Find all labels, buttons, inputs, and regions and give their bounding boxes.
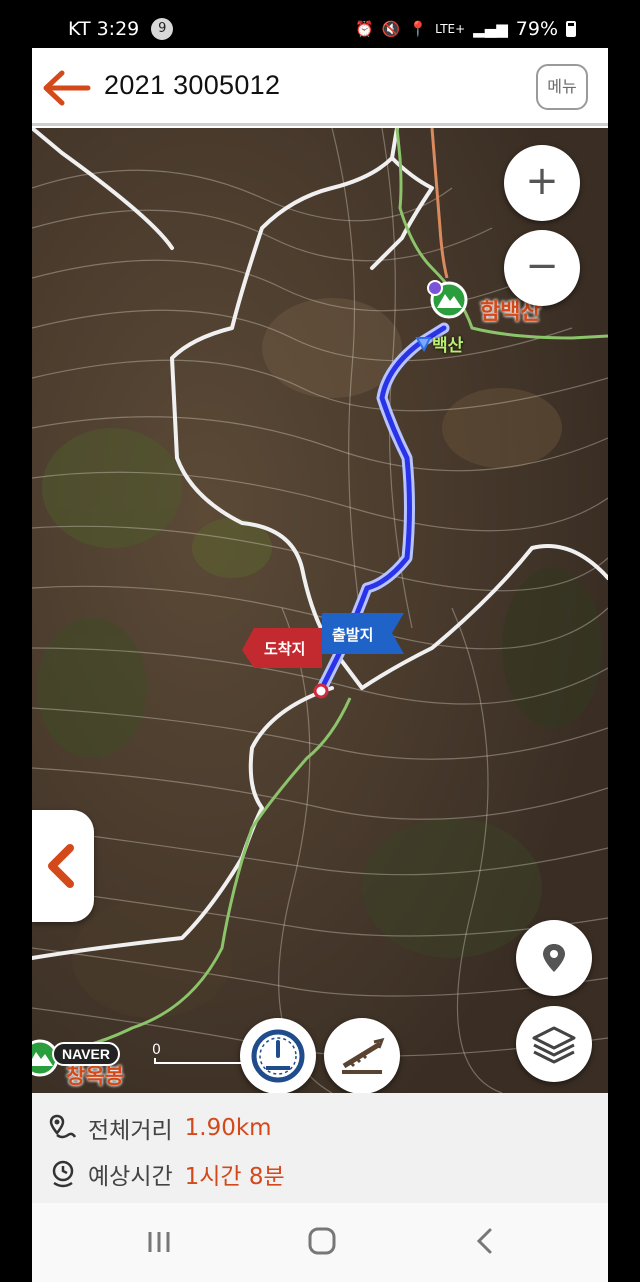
naver-logo: NAVER bbox=[52, 1042, 120, 1066]
recent-apps-icon bbox=[148, 1232, 170, 1252]
time-row: 예상시간 1시간 8분 bbox=[48, 1157, 285, 1191]
menu-button[interactable]: 메뉴 bbox=[536, 64, 588, 110]
start-flag-label: 출발지 bbox=[332, 626, 374, 644]
location-icon: 📍 bbox=[408, 20, 428, 38]
start-end-pin bbox=[313, 683, 329, 699]
back-arrow-icon bbox=[43, 70, 91, 106]
side-panel-toggle[interactable] bbox=[32, 810, 94, 922]
signal-icon: ▂▄▆ bbox=[473, 20, 508, 38]
system-nav-bar bbox=[32, 1203, 608, 1282]
location-pin-icon bbox=[543, 944, 565, 972]
distance-row: 전체거리 1.90km bbox=[48, 1111, 272, 1145]
recent-apps-button[interactable] bbox=[144, 1227, 174, 1265]
zoom-in-button[interactable]: + bbox=[504, 145, 580, 221]
map-layers-button[interactable] bbox=[516, 1006, 592, 1082]
elevation-icon bbox=[342, 1037, 385, 1074]
chevron-left-icon bbox=[48, 844, 74, 888]
route-summary: 전체거리 1.90km 예상시간 1시간 8분 bbox=[32, 1093, 608, 1203]
back-chevron-icon bbox=[476, 1228, 492, 1254]
status-right: ⏰ 🔇 📍 LTE+ ▂▄▆ 79% bbox=[355, 18, 576, 40]
home-button[interactable] bbox=[304, 1223, 340, 1267]
app-header: 2021 3005012 메뉴 bbox=[32, 48, 608, 126]
map-scale-label: 0 bbox=[152, 1042, 161, 1058]
time-value: 1시간 8분 bbox=[184, 1164, 285, 1190]
time-label: 예상시간 bbox=[88, 1164, 173, 1190]
route-distance-icon bbox=[49, 1114, 77, 1139]
time-pin-icon bbox=[52, 1160, 74, 1188]
zoom-out-button[interactable]: − bbox=[504, 230, 580, 306]
map-view[interactable]: 도착지 출발지 함백산 백산 창옥봉 + − NAVER 0 bbox=[32, 128, 608, 1093]
network-type: LTE+ bbox=[435, 22, 466, 36]
mute-icon: 🔇 bbox=[381, 20, 401, 38]
status-left: KT 3:29 9 bbox=[68, 18, 174, 40]
clock: 3:29 bbox=[96, 18, 140, 40]
page-title: 2021 3005012 bbox=[104, 70, 281, 100]
battery-percent: 79% bbox=[515, 18, 558, 40]
compass-gauge-button[interactable] bbox=[240, 1018, 316, 1093]
distance-label: 전체거리 bbox=[88, 1118, 173, 1144]
home-icon bbox=[308, 1227, 336, 1255]
carrier: KT bbox=[68, 18, 91, 40]
gauge-icon bbox=[251, 1029, 305, 1083]
alarm-icon: ⏰ bbox=[355, 20, 374, 38]
screen: KT 3:29 9 ⏰ 🔇 📍 LTE+ ▂▄▆ 79% 2021 300501… bbox=[0, 0, 640, 1282]
layers-icon bbox=[532, 1026, 576, 1064]
battery-icon bbox=[566, 21, 576, 37]
distance-value: 1.90km bbox=[184, 1115, 272, 1141]
notification-count-badge: 9 bbox=[151, 18, 174, 40]
peak-label-secondary: 백산 bbox=[432, 336, 464, 356]
back-nav-button[interactable] bbox=[470, 1225, 500, 1265]
end-flag-label: 도착지 bbox=[264, 640, 306, 658]
map-scale-bar bbox=[154, 1058, 244, 1064]
elevation-profile-button[interactable] bbox=[324, 1018, 400, 1093]
back-button[interactable] bbox=[42, 68, 92, 108]
app-window: 2021 3005012 메뉴 도착지 출발지 함백산 백산 창옥봉 + − N… bbox=[32, 48, 608, 1282]
my-location-button[interactable] bbox=[516, 920, 592, 996]
